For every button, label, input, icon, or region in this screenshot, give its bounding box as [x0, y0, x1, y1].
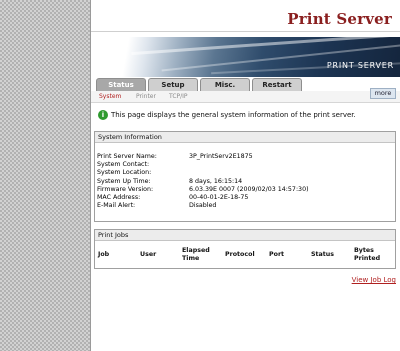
system-information-panel: System Information Print Server Name: 3P…: [94, 131, 396, 222]
info-label: System Location:: [97, 169, 152, 177]
column-header-status: Status: [311, 251, 335, 258]
left-decorative-panel: [0, 0, 90, 351]
header-banner: PRINT SERVER: [91, 37, 400, 77]
sub-navigation: System Printer TCP/IP: [91, 91, 400, 103]
tab-status[interactable]: Status: [96, 78, 146, 91]
info-message: This page displays the general system in…: [111, 111, 356, 119]
info-row-system-location: System Location:: [97, 169, 393, 177]
info-row-mac-address: MAC Address: 00-40-01-2E-18-75: [97, 194, 393, 202]
column-header-bytes-printed: Bytes Printed: [354, 247, 381, 262]
print-jobs-columns: Job User Elapsed Time Protocol Port Stat…: [95, 247, 395, 267]
title-divider: [91, 31, 400, 32]
main-tabs: Status Setup Misc. Restart: [96, 78, 304, 91]
info-icon: i: [98, 110, 108, 120]
system-information-heading: System Information: [95, 132, 395, 143]
info-label: MAC Address:: [97, 193, 141, 201]
tab-setup[interactable]: Setup: [148, 78, 198, 91]
banner-logo-text: PRINT SERVER: [326, 61, 394, 70]
info-row-print-server-name: Print Server Name: 3P_PrintServ2E1875: [97, 153, 393, 161]
column-header-port: Port: [269, 251, 285, 258]
subnav-system[interactable]: System: [99, 91, 121, 102]
column-header-job: Job: [98, 251, 110, 258]
more-button[interactable]: more: [370, 88, 396, 99]
info-label: System Contact:: [97, 161, 150, 169]
print-jobs-panel: Print Jobs Job User Elapsed Time Protoco…: [94, 229, 396, 269]
info-value: 6.03.39E 0007 (2009/02/03 14:57:30): [189, 185, 309, 193]
print-jobs-heading: Print Jobs: [95, 230, 395, 241]
banner-stripe: [131, 37, 391, 56]
subnav-tcpip[interactable]: TCP/IP: [169, 91, 188, 102]
tab-misc[interactable]: Misc.: [200, 78, 250, 91]
info-value: 3P_PrintServ2E1875: [189, 153, 253, 160]
info-value: 8 days, 16:15:14: [189, 177, 243, 185]
view-job-log-link[interactable]: View Job Log: [352, 276, 396, 284]
info-label: System Up Time:: [97, 177, 151, 185]
info-row-system-contact: System Contact:: [97, 161, 393, 169]
page-title: Print Server: [287, 10, 392, 28]
column-header-user: User: [140, 251, 157, 258]
tab-restart[interactable]: Restart: [252, 78, 302, 91]
info-label: Firmware Version:: [97, 185, 154, 193]
info-row-system-up-time: System Up Time: 8 days, 16:15:14: [97, 178, 393, 186]
info-label: Print Server Name:: [97, 153, 157, 160]
system-information-rows: Print Server Name: 3P_PrintServ2E1875 Sy…: [97, 153, 393, 210]
info-value: Disabled: [189, 202, 217, 210]
subnav-printer[interactable]: Printer: [136, 91, 156, 102]
info-row-firmware-version: Firmware Version: 6.03.39E 0007 (2009/02…: [97, 186, 393, 194]
column-header-protocol: Protocol: [225, 251, 255, 258]
info-row-email-alert: E-Mail Alert: Disabled: [97, 202, 393, 210]
info-label: E-Mail Alert:: [97, 202, 136, 210]
info-value: 00-40-01-2E-18-75: [189, 193, 249, 201]
column-header-elapsed-time: Elapsed Time: [182, 247, 210, 262]
